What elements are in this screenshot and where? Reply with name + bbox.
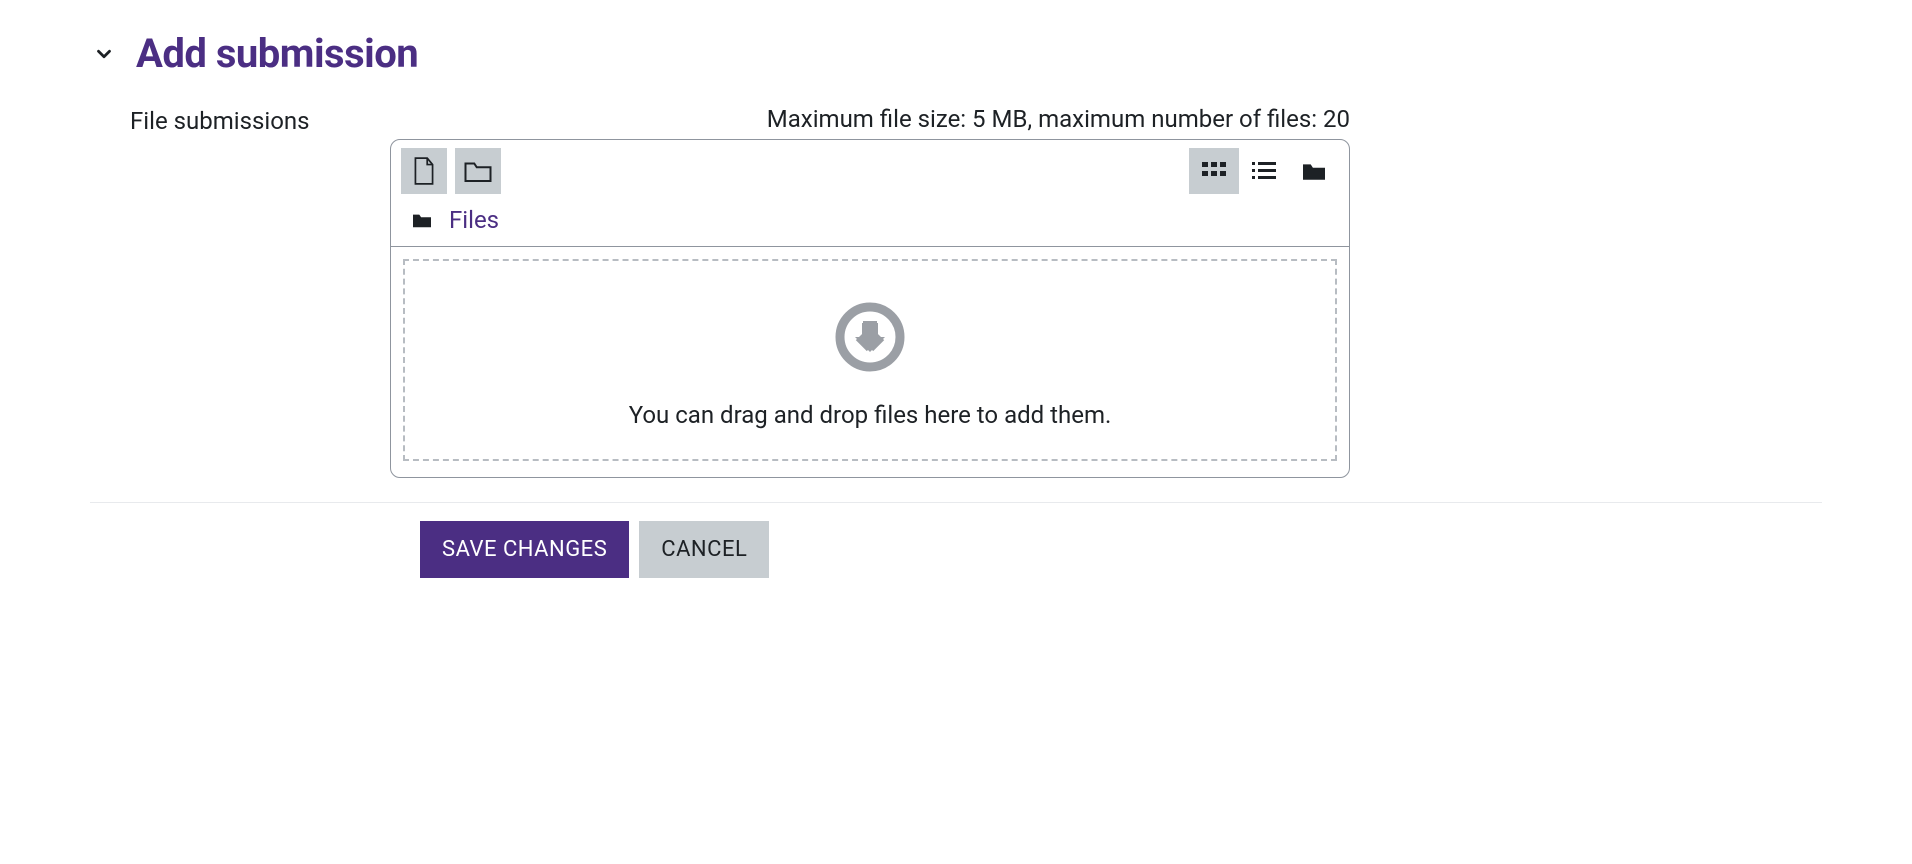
file-icon bbox=[411, 156, 437, 186]
file-submissions-label: File submissions bbox=[130, 107, 310, 135]
folder-outline-icon bbox=[463, 158, 493, 184]
form-label-column: File submissions bbox=[90, 105, 380, 135]
section-header: Add submission bbox=[90, 30, 1822, 77]
breadcrumb-root-link[interactable]: Files bbox=[449, 206, 499, 234]
view-details-button[interactable] bbox=[1239, 148, 1289, 194]
dropzone-text: You can drag and drop files here to add … bbox=[629, 401, 1112, 429]
grid-icon bbox=[1201, 160, 1227, 182]
chevron-down-icon bbox=[93, 43, 115, 65]
file-submissions-row: File submissions Maximum file size: 5 MB… bbox=[90, 105, 1822, 478]
file-limits-text: Maximum file size: 5 MB, maximum number … bbox=[390, 105, 1350, 133]
form-actions: SAVE CHANGES CANCEL bbox=[420, 521, 1822, 578]
toolbar-left-group bbox=[401, 148, 501, 194]
file-manager-toolbar bbox=[391, 140, 1349, 200]
collapse-toggle[interactable] bbox=[90, 40, 118, 68]
actions-separator bbox=[90, 502, 1822, 503]
folder-solid-icon bbox=[411, 211, 433, 229]
file-dropzone[interactable]: You can drag and drop files here to add … bbox=[403, 259, 1337, 461]
download-circle-icon bbox=[834, 301, 906, 373]
file-manager: Files You can drag and drop files here t… bbox=[390, 139, 1350, 478]
folder-solid-icon bbox=[1300, 160, 1328, 182]
view-icons-button[interactable] bbox=[1189, 148, 1239, 194]
section-title: Add submission bbox=[136, 30, 418, 77]
file-breadcrumb: Files bbox=[391, 200, 1349, 247]
list-icon bbox=[1251, 160, 1277, 182]
view-tree-button[interactable] bbox=[1289, 148, 1339, 194]
add-file-button[interactable] bbox=[401, 148, 447, 194]
create-folder-button[interactable] bbox=[455, 148, 501, 194]
cancel-button[interactable]: CANCEL bbox=[639, 521, 769, 578]
save-button[interactable]: SAVE CHANGES bbox=[420, 521, 629, 578]
view-mode-group bbox=[1189, 148, 1339, 194]
form-input-column: Maximum file size: 5 MB, maximum number … bbox=[390, 105, 1350, 478]
